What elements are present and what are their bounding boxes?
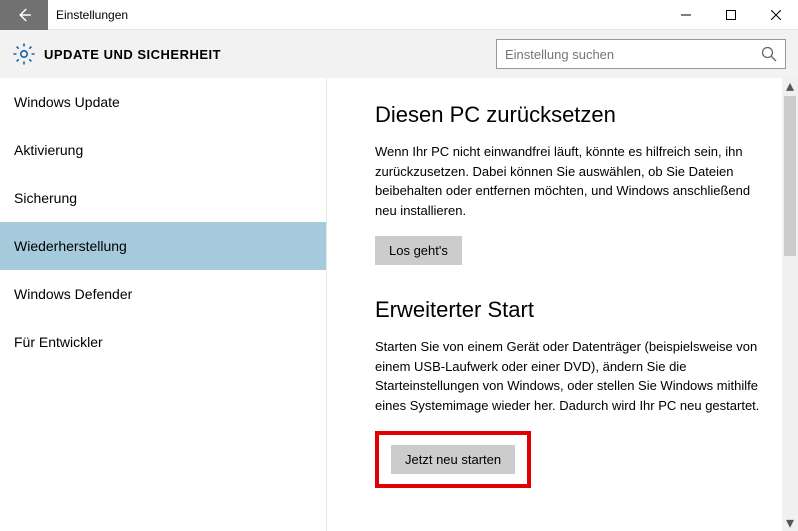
sidebar-item-label: Wiederherstellung [14, 238, 127, 254]
sidebar-item-label: Aktivierung [14, 142, 83, 158]
search-box[interactable] [496, 39, 786, 69]
sidebar: Windows Update Aktivierung Sicherung Wie… [0, 78, 327, 531]
sidebar-item-fuer-entwickler[interactable]: Für Entwickler [0, 318, 326, 366]
search-icon [761, 46, 777, 62]
back-arrow-icon [15, 6, 33, 24]
sidebar-item-label: Windows Defender [14, 286, 132, 302]
window-title: Einstellungen [48, 8, 663, 22]
sidebar-item-aktivierung[interactable]: Aktivierung [0, 126, 326, 174]
scrollbar[interactable]: ▴ ▾ [782, 78, 798, 531]
highlight-annotation: Jetzt neu starten [375, 431, 531, 488]
header: UPDATE UND SICHERHEIT [0, 30, 798, 78]
minimize-button[interactable] [663, 0, 708, 30]
close-button[interactable] [753, 0, 798, 30]
gear-icon [12, 42, 36, 66]
section-text: Wenn Ihr PC nicht einwandfrei läuft, kön… [375, 142, 765, 220]
back-button[interactable] [0, 0, 48, 30]
sidebar-item-wiederherstellung[interactable]: Wiederherstellung [0, 222, 326, 270]
sidebar-item-windows-update[interactable]: Windows Update [0, 78, 326, 126]
header-title: UPDATE UND SICHERHEIT [44, 47, 496, 62]
section-reset-pc: Diesen PC zurücksetzen Wenn Ihr PC nicht… [375, 102, 778, 297]
section-title: Diesen PC zurücksetzen [375, 102, 778, 128]
sidebar-item-windows-defender[interactable]: Windows Defender [0, 270, 326, 318]
sidebar-item-sicherung[interactable]: Sicherung [0, 174, 326, 222]
sidebar-item-label: Windows Update [14, 94, 120, 110]
section-advanced-start: Erweiterter Start Starten Sie von einem … [375, 297, 778, 488]
search-input[interactable] [505, 47, 761, 62]
maximize-button[interactable] [708, 0, 753, 30]
scroll-down-icon[interactable]: ▾ [782, 515, 798, 531]
section-text: Starten Sie von einem Gerät oder Datentr… [375, 337, 765, 415]
sidebar-item-label: Für Entwickler [14, 334, 103, 350]
reset-start-button[interactable]: Los geht's [375, 236, 462, 265]
sidebar-item-label: Sicherung [14, 190, 77, 206]
section-title: Erweiterter Start [375, 297, 778, 323]
restart-now-button[interactable]: Jetzt neu starten [391, 445, 515, 474]
titlebar: Einstellungen [0, 0, 798, 30]
scroll-up-icon[interactable]: ▴ [782, 78, 798, 94]
scrollbar-thumb[interactable] [784, 96, 796, 256]
content: Diesen PC zurücksetzen Wenn Ihr PC nicht… [327, 78, 798, 531]
